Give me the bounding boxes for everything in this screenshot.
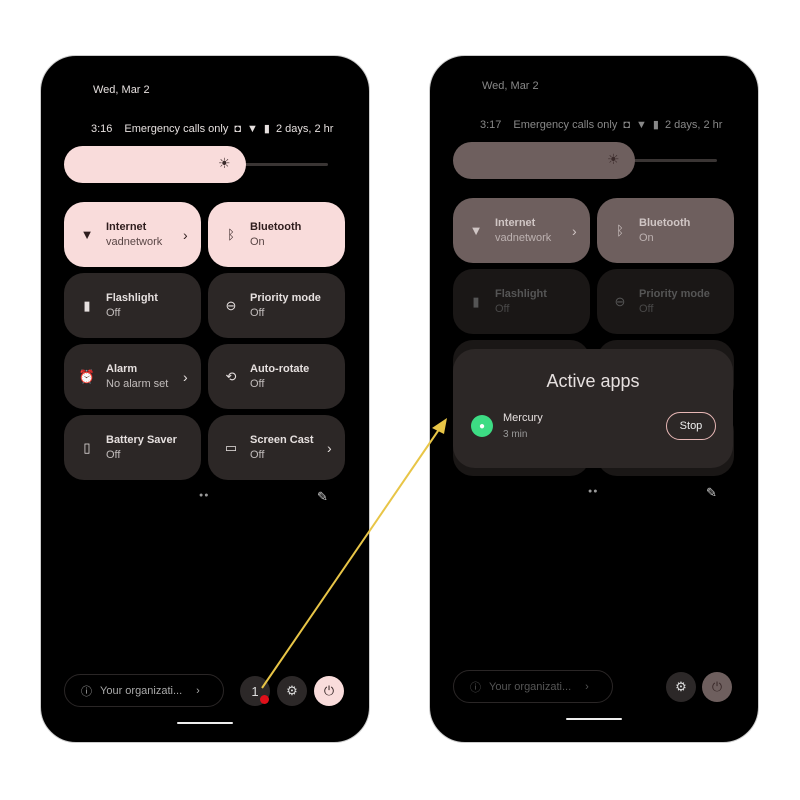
annotation-arrow [261, 418, 447, 689]
